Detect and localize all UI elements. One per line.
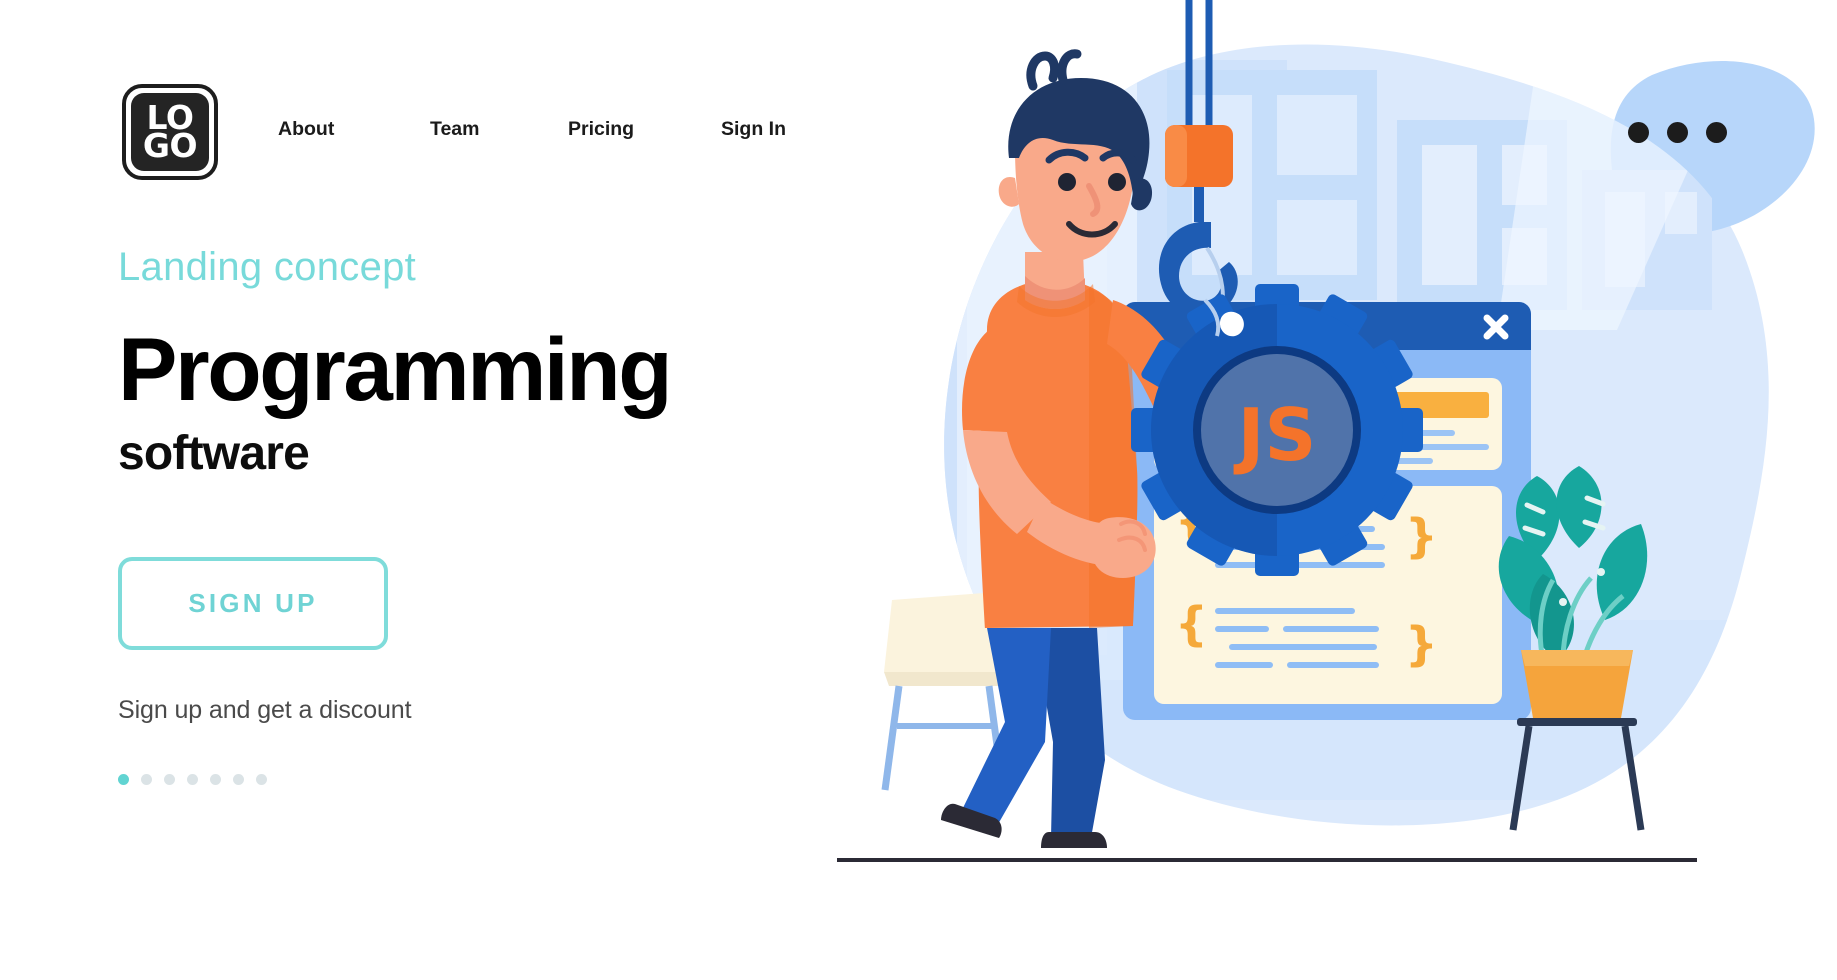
sign-up-button[interactable]: SIGN UP <box>118 557 388 650</box>
nav-item-pricing[interactable]: Pricing <box>568 118 721 141</box>
page-title: Programming <box>118 319 673 419</box>
kebab-dot <box>1706 122 1727 143</box>
main-navigation: About Team Pricing Sign In <box>278 118 786 141</box>
nav-item-team[interactable]: Team <box>430 118 568 141</box>
carousel-dot-2[interactable] <box>141 774 152 785</box>
carousel-dot-3[interactable] <box>164 774 175 785</box>
carousel-dot-1[interactable] <box>118 774 129 785</box>
logo-inner: LO GO <box>131 93 209 171</box>
carousel-pagination[interactable] <box>118 774 878 785</box>
code-brace-open-2: { <box>1175 597 1208 651</box>
code-brace-close-1: } <box>1405 509 1438 563</box>
kebab-menu-icon[interactable] <box>1628 122 1727 143</box>
carousel-dot-5[interactable] <box>210 774 221 785</box>
discount-note: Sign up and get a discount <box>118 696 412 724</box>
code-brace-close-2: } <box>1405 617 1438 671</box>
gear-js-label: JS <box>1233 393 1317 477</box>
carousel-dot-4[interactable] <box>187 774 198 785</box>
hero-section: Landing concept Programming software SIG… <box>118 245 878 785</box>
logo[interactable]: LO GO <box>122 84 218 180</box>
nav-item-sign-in[interactable]: Sign In <box>721 118 786 141</box>
kebab-dot <box>1667 122 1688 143</box>
kebab-dot <box>1628 122 1649 143</box>
carousel-dot-7[interactable] <box>256 774 267 785</box>
site-header: LO GO About Team Pricing Sign In <box>0 0 1837 190</box>
logo-text-line-2: GO <box>142 126 198 165</box>
page-subtitle: software <box>118 427 310 480</box>
nav-item-about[interactable]: About <box>278 118 430 141</box>
hero-eyebrow: Landing concept <box>118 245 417 289</box>
carousel-dot-6[interactable] <box>233 774 244 785</box>
